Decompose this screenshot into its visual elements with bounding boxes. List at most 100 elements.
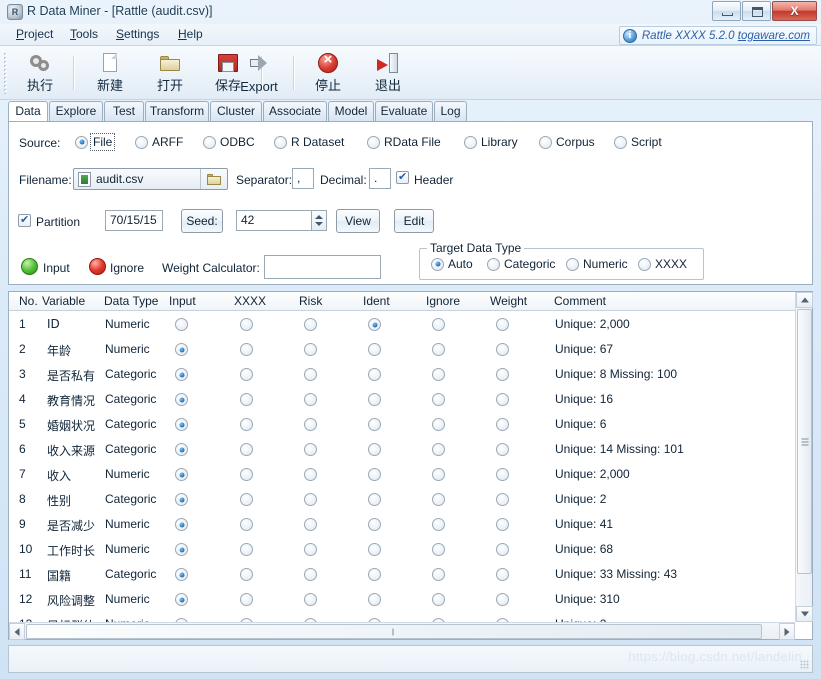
horizontal-scroll-thumb[interactable]	[26, 624, 762, 639]
spinner-up-icon[interactable]	[315, 215, 323, 219]
role-radio-input[interactable]	[175, 418, 188, 431]
role-radio-ignore[interactable]	[432, 468, 445, 481]
role-radio-xxxx[interactable]	[240, 368, 253, 381]
separator-input[interactable]: ,	[292, 168, 314, 189]
toolbar-grip[interactable]	[3, 52, 7, 94]
source-option-script[interactable]: Script	[614, 135, 662, 149]
role-radio-xxxx[interactable]	[240, 468, 253, 481]
target-option-categoric[interactable]: Categoric	[487, 257, 555, 271]
source-option-rdataset[interactable]: R Dataset	[274, 135, 344, 149]
maximize-button[interactable]	[742, 1, 771, 21]
minimize-button[interactable]	[712, 1, 741, 21]
scroll-up-button[interactable]	[796, 292, 813, 308]
table-row[interactable]: 6 收入来源 Categoric Unique: 14 Missing: 101	[10, 437, 795, 462]
role-radio-weight[interactable]	[496, 468, 509, 481]
role-radio-risk[interactable]	[304, 318, 317, 331]
role-radio-xxxx[interactable]	[240, 418, 253, 431]
role-radio-ident[interactable]	[368, 543, 381, 556]
source-option-arff[interactable]: ARFF	[135, 135, 183, 149]
table-row[interactable]: 11 国籍 Categoric Unique: 33 Missing: 43	[10, 562, 795, 587]
column-header-input[interactable]: Input	[169, 294, 196, 308]
role-radio-ignore[interactable]	[432, 593, 445, 606]
toolbar-quit-button[interactable]: 退出	[358, 50, 418, 96]
role-radio-ignore[interactable]	[432, 368, 445, 381]
scroll-left-button[interactable]	[9, 623, 25, 640]
seed-spinner[interactable]	[312, 210, 327, 231]
role-radio-risk[interactable]	[304, 393, 317, 406]
tab-log[interactable]: Log	[434, 101, 467, 122]
role-radio-risk[interactable]	[304, 443, 317, 456]
filename-field[interactable]: audit.csv	[73, 168, 228, 190]
role-radio-risk[interactable]	[304, 593, 317, 606]
source-option-library[interactable]: Library	[464, 135, 518, 149]
role-radio-risk[interactable]	[304, 468, 317, 481]
tab-associate[interactable]: Associate	[263, 101, 327, 122]
role-radio-weight[interactable]	[496, 568, 509, 581]
role-radio-risk[interactable]	[304, 368, 317, 381]
tab-cluster[interactable]: Cluster	[210, 101, 262, 122]
role-radio-ignore[interactable]	[432, 543, 445, 556]
role-radio-xxxx[interactable]	[240, 443, 253, 456]
role-radio-ident[interactable]	[368, 568, 381, 581]
tab-explore[interactable]: Explore	[49, 101, 103, 122]
role-radio-xxxx[interactable]	[240, 543, 253, 556]
role-radio-xxxx[interactable]	[240, 393, 253, 406]
toolbar-open-button[interactable]: 打开	[140, 50, 200, 96]
partition-input[interactable]: 70/15/15	[105, 210, 163, 231]
role-radio-ident[interactable]	[368, 593, 381, 606]
seed-input[interactable]: 42	[236, 210, 312, 231]
toolbar-new-button[interactable]: 新建	[80, 50, 140, 96]
table-row[interactable]: 1 ID Numeric Unique: 2,000	[10, 312, 795, 337]
tab-model[interactable]: Model	[328, 101, 374, 122]
role-radio-input[interactable]	[175, 568, 188, 581]
role-radio-weight[interactable]	[496, 443, 509, 456]
table-row[interactable]: 10 工作时长 Numeric Unique: 68	[10, 537, 795, 562]
target-option-xxxx[interactable]: XXXX	[638, 257, 687, 271]
brand-info-bar[interactable]: i Rattle XXXX 5.2.0 togaware.com	[618, 26, 817, 45]
role-radio-weight[interactable]	[496, 543, 509, 556]
scroll-right-button[interactable]	[779, 623, 795, 640]
decimal-input[interactable]: .	[369, 168, 391, 189]
scroll-down-button[interactable]	[796, 606, 813, 622]
role-radio-ident[interactable]	[368, 418, 381, 431]
role-radio-xxxx[interactable]	[240, 518, 253, 531]
source-radio-arff[interactable]	[135, 135, 148, 149]
table-row[interactable]: 12 风险调整 Numeric Unique: 310	[10, 587, 795, 612]
table-vertical-scrollbar[interactable]	[795, 292, 813, 622]
role-radio-xxxx[interactable]	[240, 318, 253, 331]
role-radio-risk[interactable]	[304, 343, 317, 356]
partition-checkbox[interactable]	[18, 213, 31, 227]
role-radio-xxxx[interactable]	[240, 343, 253, 356]
role-radio-weight[interactable]	[496, 593, 509, 606]
role-radio-input[interactable]	[175, 343, 188, 356]
column-header-comment[interactable]: Comment	[554, 294, 606, 308]
source-radio-corpus[interactable]	[539, 135, 552, 149]
menu-project[interactable]: Project	[10, 27, 59, 41]
role-radio-ident[interactable]	[368, 368, 381, 381]
brand-link[interactable]: togaware.com	[738, 30, 810, 42]
role-radio-ignore[interactable]	[432, 568, 445, 581]
menu-tools[interactable]: Tools	[64, 27, 104, 41]
role-radio-xxxx[interactable]	[240, 593, 253, 606]
source-option-corpus[interactable]: Corpus	[539, 135, 595, 149]
column-header-risk[interactable]: Risk	[299, 294, 322, 308]
role-radio-ignore[interactable]	[432, 493, 445, 506]
column-header-datatype[interactable]: Data Type	[104, 294, 158, 308]
close-button[interactable]: X	[772, 1, 817, 21]
target-option-auto[interactable]: Auto	[431, 257, 473, 271]
role-radio-ignore[interactable]	[432, 318, 445, 331]
role-radio-ignore[interactable]	[432, 418, 445, 431]
role-radio-input[interactable]	[175, 493, 188, 506]
table-horizontal-scrollbar[interactable]	[9, 622, 795, 640]
role-radio-weight[interactable]	[496, 318, 509, 331]
role-radio-ident[interactable]	[368, 518, 381, 531]
weight-calculator-input[interactable]	[264, 255, 381, 279]
table-row[interactable]: 5 婚姻状况 Categoric Unique: 6	[10, 412, 795, 437]
role-radio-input[interactable]	[175, 368, 188, 381]
role-radio-weight[interactable]	[496, 518, 509, 531]
tab-transform[interactable]: Transform	[145, 101, 209, 122]
role-radio-xxxx[interactable]	[240, 493, 253, 506]
role-radio-ident[interactable]	[368, 493, 381, 506]
role-radio-risk[interactable]	[304, 568, 317, 581]
role-radio-ident[interactable]	[368, 318, 381, 331]
